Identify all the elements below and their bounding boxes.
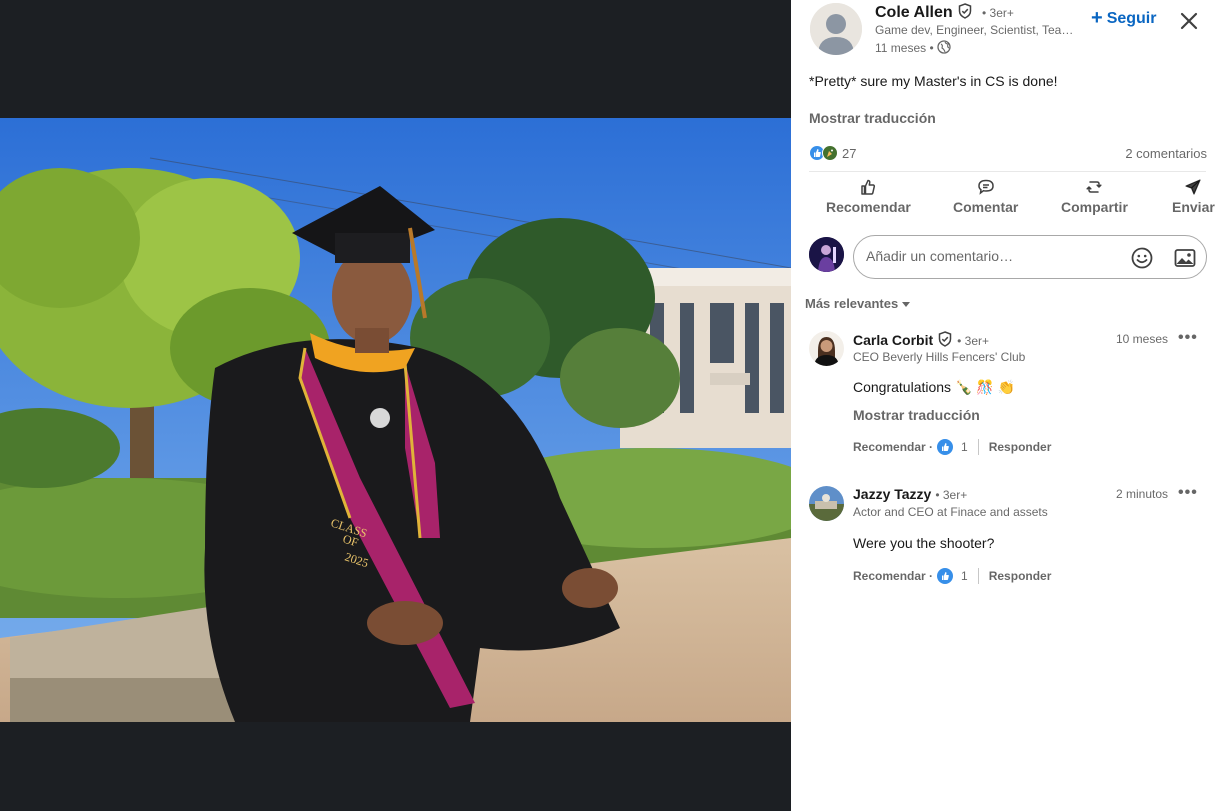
image-icon[interactable] xyxy=(1173,246,1197,270)
commenter-headline: CEO Beverly Hills Fencers' Club xyxy=(853,350,1026,364)
comment-show-translation-button[interactable]: Mostrar traducción xyxy=(853,407,980,423)
show-translation-button[interactable]: Mostrar traducción xyxy=(809,110,936,126)
divider xyxy=(977,568,979,584)
author-headline: Game dev, Engineer, Scientist, Tea… xyxy=(875,23,1074,37)
media-viewer: CLASS OF 2025 xyxy=(0,0,791,811)
post-actions-bar: Recomendar Comentar Compartir Enviar xyxy=(809,178,1216,224)
commenter-name[interactable]: Carla Corbit • 3er+ xyxy=(853,331,989,350)
author-name-text[interactable]: Cole Allen xyxy=(875,4,953,21)
more-options-icon[interactable]: ••• xyxy=(1178,484,1198,502)
celebrate-reaction-icon xyxy=(822,145,838,161)
verified-badge-icon xyxy=(937,331,953,350)
commenter-headline: Actor and CEO at Finace and assets xyxy=(853,505,1048,519)
post-time-text: 11 meses • xyxy=(875,41,934,55)
comment-text: Were you the shooter? xyxy=(853,535,995,551)
thumbs-up-icon xyxy=(861,179,876,195)
caret-down-icon xyxy=(902,302,911,307)
comment-actions: Recomendar · 1 Responder xyxy=(853,568,1051,584)
commenter-name-text[interactable]: Jazzy Tazzy xyxy=(853,486,931,502)
send-button[interactable]: Enviar xyxy=(1172,178,1215,215)
commenter-name[interactable]: Jazzy Tazzy • 3er+ xyxy=(853,486,967,502)
follow-label: Seguir xyxy=(1106,10,1157,27)
emoji-icon[interactable] xyxy=(1130,246,1154,270)
commenter-degree: • 3er+ xyxy=(935,488,968,502)
comment-timestamp: 10 meses xyxy=(1115,332,1168,346)
current-user-avatar xyxy=(809,237,844,272)
verified-badge-icon xyxy=(957,3,973,24)
reactions-count: 27 xyxy=(842,145,857,161)
sort-label: Más relevantes xyxy=(805,296,899,311)
comment-composer[interactable] xyxy=(853,235,1207,279)
divider xyxy=(809,171,1206,172)
like-button[interactable]: Recomendar xyxy=(826,178,911,215)
comment-actions: Recomendar · 1 Responder xyxy=(853,439,1051,455)
author-avatar[interactable] xyxy=(810,3,862,55)
post-timestamp: 11 meses • xyxy=(875,40,951,57)
send-label: Enviar xyxy=(1172,199,1215,215)
commenter-name-text[interactable]: Carla Corbit xyxy=(853,332,933,348)
post-photo[interactable]: CLASS OF 2025 xyxy=(0,118,791,722)
repost-label: Compartir xyxy=(1061,199,1128,215)
follow-button[interactable]: + Seguir xyxy=(1091,7,1156,30)
divider xyxy=(977,439,979,455)
like-label: Recomendar xyxy=(826,199,911,215)
reactions-summary[interactable]: 27 xyxy=(809,145,856,161)
post-detail-panel: Cole Allen • 3er+ Game dev, Engineer, Sc… xyxy=(791,0,1216,811)
comment-input[interactable] xyxy=(866,248,1116,264)
graduation-photo: CLASS OF 2025 xyxy=(0,118,791,722)
commenter-degree: • 3er+ xyxy=(957,334,990,348)
close-icon[interactable] xyxy=(1177,9,1201,33)
commenter-avatar[interactable] xyxy=(809,331,844,366)
commenter-avatar[interactable] xyxy=(809,486,844,521)
like-reaction-icon xyxy=(937,568,954,584)
comment-reply-button[interactable]: Responder xyxy=(989,569,1052,583)
author-name[interactable]: Cole Allen xyxy=(875,3,973,24)
globe-icon xyxy=(937,40,951,57)
like-reaction-icon xyxy=(937,439,954,455)
comment-like-count[interactable]: 1 xyxy=(961,569,968,583)
sort-dropdown[interactable]: Más relevantes xyxy=(805,296,911,311)
comment-button[interactable]: Comentar xyxy=(953,178,1018,215)
comment-reply-button[interactable]: Responder xyxy=(989,440,1052,454)
repost-icon xyxy=(1086,181,1103,193)
author-degree: • 3er+ xyxy=(982,6,1014,20)
comment-timestamp: 2 minutos xyxy=(1115,487,1168,501)
comment-icon xyxy=(977,179,994,195)
comment-text: Congratulations 🍾 🎊 👏 xyxy=(853,379,1016,395)
repost-button[interactable]: Compartir xyxy=(1061,178,1128,215)
reaction-icons xyxy=(809,145,838,161)
comment-like-button[interactable]: Recomendar · xyxy=(853,569,933,583)
plus-icon: + xyxy=(1091,7,1103,29)
comments-count[interactable]: 2 comentarios xyxy=(1125,146,1207,161)
comment-label: Comentar xyxy=(953,199,1019,215)
comment-like-count[interactable]: 1 xyxy=(961,440,968,454)
comment-like-button[interactable]: Recomendar · xyxy=(853,440,933,454)
more-options-icon[interactable]: ••• xyxy=(1178,329,1198,347)
post-text: *Pretty* sure my Master's in CS is done! xyxy=(809,73,1058,89)
send-icon xyxy=(1185,179,1202,195)
